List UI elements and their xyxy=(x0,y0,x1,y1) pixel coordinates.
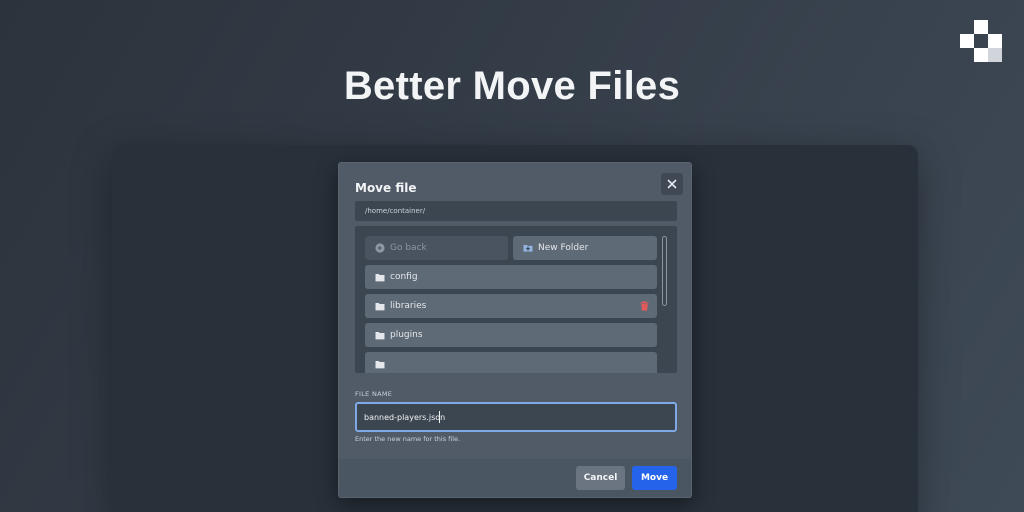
folder-item-config[interactable]: config xyxy=(365,265,657,289)
arrow-left-circle-icon xyxy=(375,243,385,253)
file-name-label: FILE NAME xyxy=(355,390,393,398)
folder-list: config libraries plugins xyxy=(365,265,657,373)
close-button[interactable] xyxy=(661,173,683,195)
move-button[interactable]: Move xyxy=(632,466,677,490)
folder-browser: Go back New Folder config libraries plug… xyxy=(355,226,677,373)
folder-name: config xyxy=(390,272,418,282)
current-path-breadcrumb: /home/container/ xyxy=(355,201,677,221)
folder-icon xyxy=(375,331,385,339)
file-name-input[interactable] xyxy=(355,402,677,432)
new-folder-button[interactable]: New Folder xyxy=(513,236,657,260)
go-back-button[interactable]: Go back xyxy=(365,236,508,260)
folder-item-partial[interactable] xyxy=(365,352,657,373)
folder-item-plugins[interactable]: plugins xyxy=(365,323,657,347)
cancel-button[interactable]: Cancel xyxy=(576,466,625,490)
folder-list-scrollbar[interactable] xyxy=(662,236,667,306)
folder-name: libraries xyxy=(390,301,427,311)
folder-icon xyxy=(375,302,385,310)
text-caret xyxy=(439,411,440,423)
page-title: Better Move Files xyxy=(343,64,681,108)
folder-icon xyxy=(375,273,385,281)
pixel-block-logo-icon xyxy=(960,20,1002,62)
new-folder-label: New Folder xyxy=(538,243,589,253)
folder-item-libraries[interactable]: libraries xyxy=(365,294,657,318)
go-back-label: Go back xyxy=(390,243,427,253)
move-file-modal: Move file /home/container/ Go back New F… xyxy=(338,162,692,498)
trash-icon[interactable] xyxy=(640,301,649,311)
file-name-helper: Enter the new name for this file. xyxy=(355,435,461,443)
folder-name: plugins xyxy=(390,330,423,340)
folder-icon xyxy=(375,360,385,368)
close-icon xyxy=(667,179,677,189)
modal-title: Move file xyxy=(355,181,417,195)
folder-plus-icon xyxy=(523,245,533,252)
